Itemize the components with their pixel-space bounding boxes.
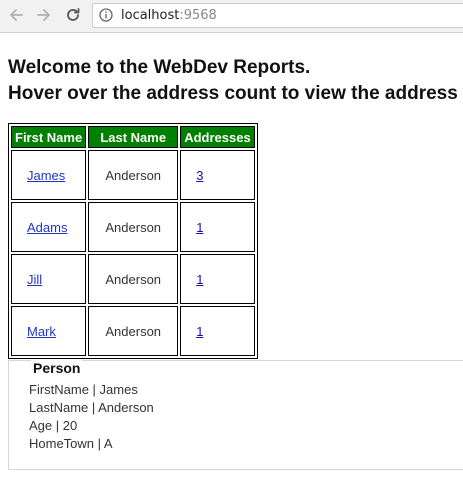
url-host: localhost: [121, 8, 180, 23]
browser-toolbar: localhost:9568: [0, 0, 463, 33]
last-name-cell: Anderson: [88, 150, 179, 200]
address-count-cell: 1: [180, 306, 255, 356]
last-name-cell: Anderson: [88, 202, 179, 252]
first-name-link[interactable]: Mark: [27, 324, 56, 339]
first-name-cell: Adams: [11, 202, 87, 252]
person-legend: Person: [31, 360, 83, 376]
first-name-cell: James: [11, 150, 87, 200]
reload-icon: [67, 8, 80, 21]
person-age: Age | 20: [29, 418, 78, 433]
report-table: First Name Last Name Addresses James And…: [8, 123, 258, 359]
address-count-cell: 1: [180, 202, 255, 252]
address-count-link[interactable]: 3: [196, 168, 203, 183]
last-name-cell: Anderson: [88, 306, 179, 356]
table-row: Mark Anderson 1: [11, 306, 255, 356]
url-port: :9568: [179, 8, 217, 23]
first-name-cell: Jill: [11, 254, 87, 304]
header-addresses: Addresses: [180, 126, 255, 148]
person-last-name: LastName | Anderson: [29, 400, 154, 415]
header-last-name: Last Name: [88, 126, 179, 148]
address-count-link[interactable]: 1: [196, 272, 203, 287]
first-name-link[interactable]: Adams: [27, 220, 67, 235]
arrow-right-icon: [37, 9, 50, 21]
address-bar[interactable]: localhost:9568: [92, 3, 463, 28]
person-first-name: FirstName | James: [29, 382, 138, 397]
heading-line-1: Welcome to the WebDev Reports.: [8, 57, 311, 78]
arrow-left-icon: [10, 9, 23, 21]
first-name-link[interactable]: James: [27, 168, 65, 183]
reload-button[interactable]: [62, 4, 84, 26]
table-row: Jill Anderson 1: [11, 254, 255, 304]
first-name-link[interactable]: Jill: [27, 272, 42, 287]
forward-button[interactable]: [33, 4, 55, 26]
info-icon[interactable]: [99, 8, 113, 22]
table-row: James Anderson 3: [11, 150, 255, 200]
last-name-cell: Anderson: [88, 254, 179, 304]
person-details: FirstName | James LastName | Anderson Ag…: [29, 381, 154, 453]
address-count-cell: 1: [180, 254, 255, 304]
person-hometown: HomeTown | A: [29, 436, 113, 451]
address-count-link[interactable]: 1: [196, 324, 203, 339]
first-name-cell: Mark: [11, 306, 87, 356]
header-first-name: First Name: [11, 126, 87, 148]
page-heading: Welcome to the WebDev Reports. Hover ove…: [8, 55, 458, 107]
table-header-row: First Name Last Name Addresses: [11, 126, 255, 148]
table-row: Adams Anderson 1: [11, 202, 255, 252]
address-count-cell: 3: [180, 150, 255, 200]
back-button[interactable]: [5, 4, 27, 26]
heading-line-2: Hover over the address count to view the…: [8, 83, 458, 104]
person-fieldset: Person FirstName | James LastName | Ande…: [8, 360, 463, 470]
address-count-link[interactable]: 1: [196, 220, 203, 235]
url-text[interactable]: localhost:9568: [121, 8, 217, 23]
